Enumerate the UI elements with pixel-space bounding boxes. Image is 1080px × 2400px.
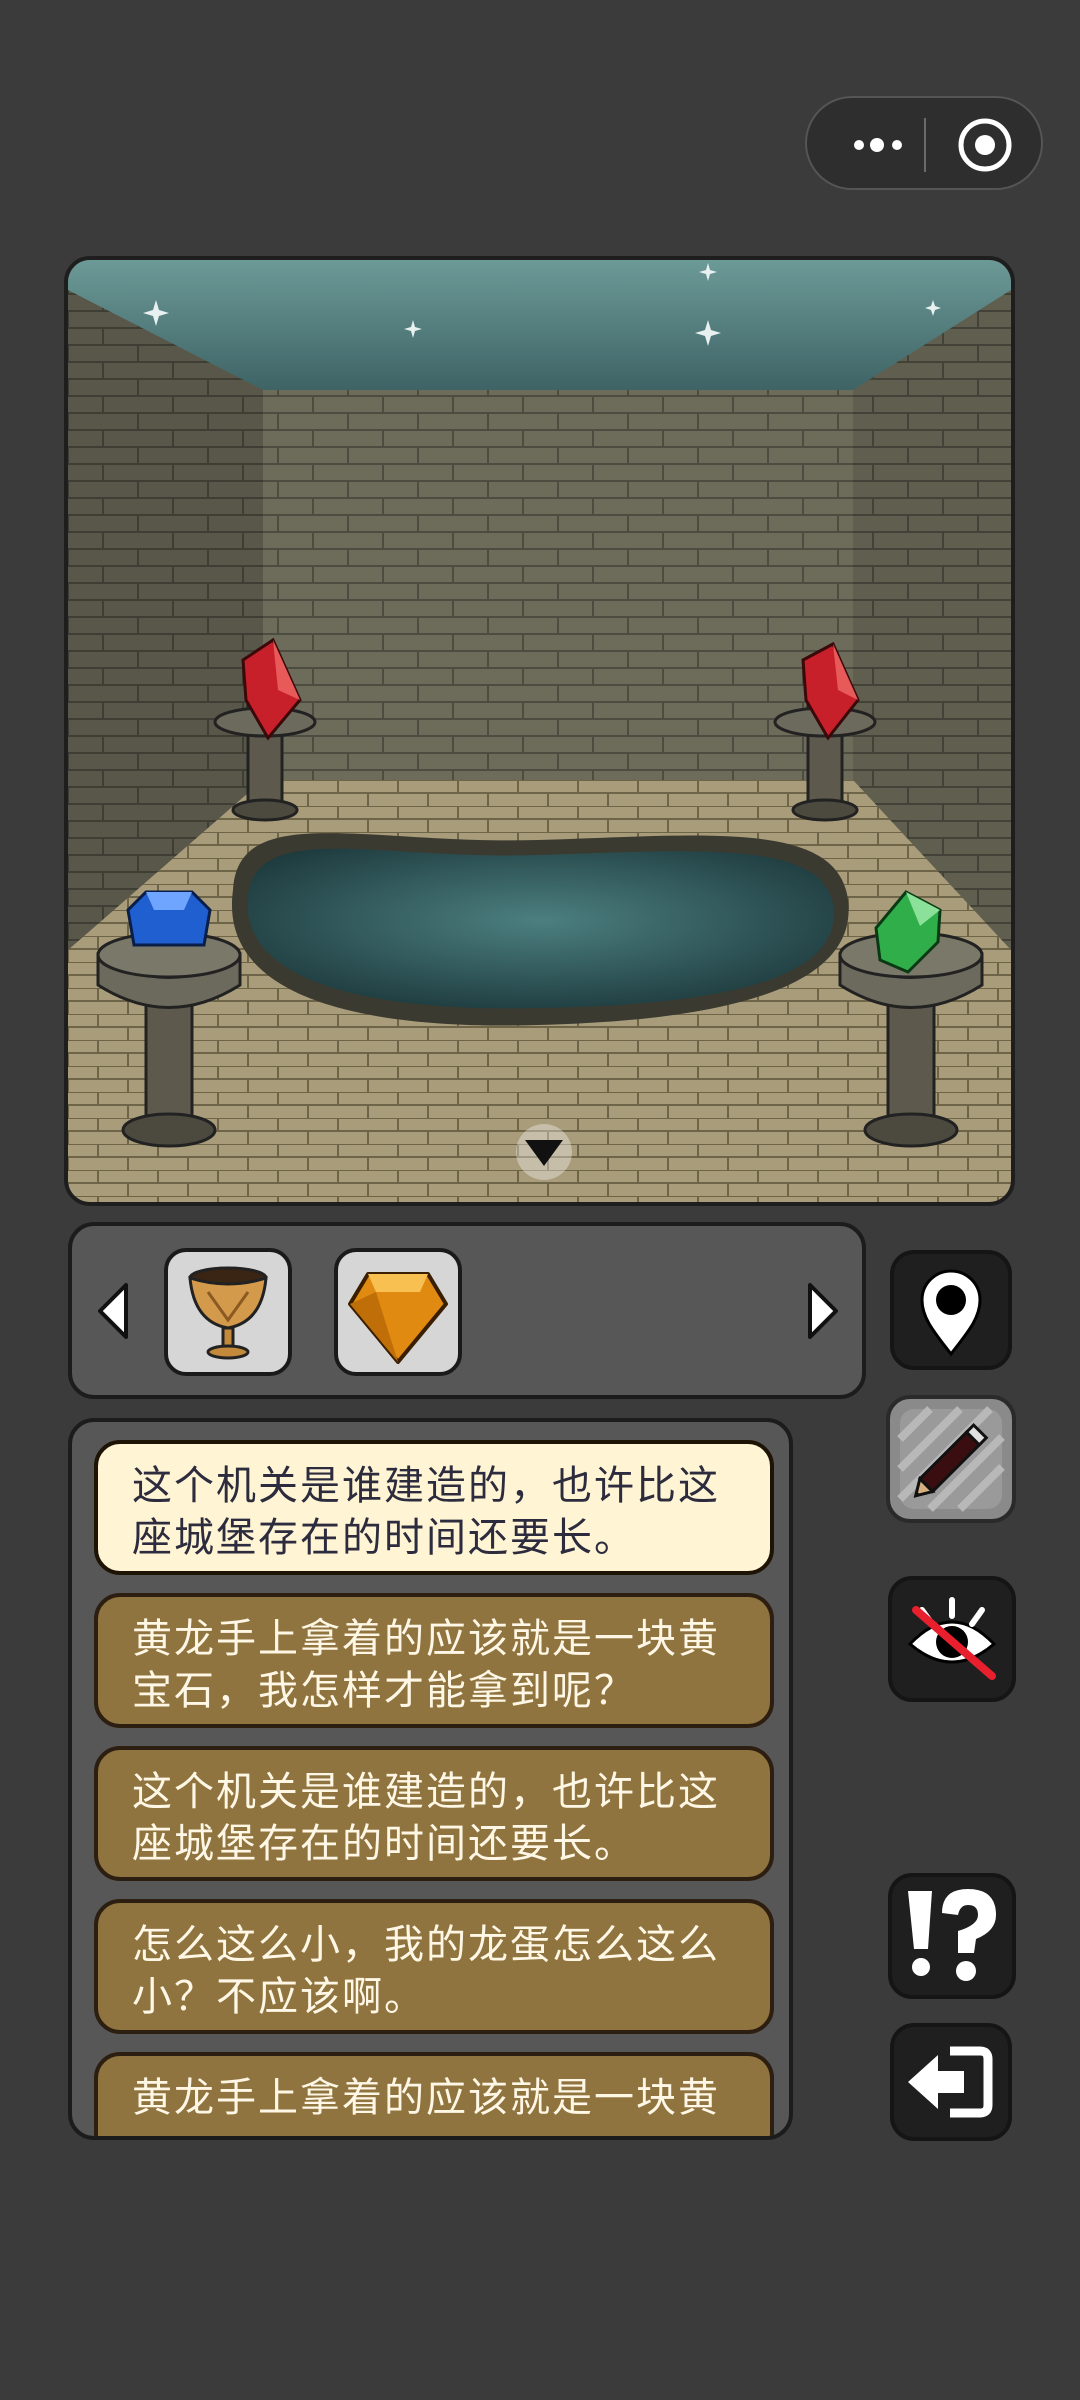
hint-list: 这个机关是谁建造的，也许比这 座城堡存在的时间还要长。 黄龙手上拿着的应该就是一… [68, 1418, 793, 2140]
hint-text-line: 这个机关是谁建造的，也许比这 [132, 1463, 720, 1509]
amber-gem-icon [348, 1272, 448, 1364]
map-pin-icon [920, 1269, 982, 1357]
exit-arrow-icon [908, 2046, 993, 2118]
hide-button[interactable] [888, 1576, 1016, 1702]
exit-button[interactable] [890, 2023, 1012, 2141]
triangle-down-icon[interactable] [516, 1124, 572, 1180]
target-circle-icon[interactable] [957, 117, 1013, 173]
hint-card-3[interactable]: 这个机关是谁建造的，也许比这 座城堡存在的时间还要长。 [94, 1746, 774, 1881]
scene-artwork [68, 260, 1011, 1202]
hint-card-5[interactable]: 黄龙手上拿着的应该就是一块黄 [94, 2052, 774, 2136]
hint-text-line: 怎么这么小，我的龙蛋怎么这么 [132, 1922, 720, 1968]
triangle-left-icon[interactable] [94, 1281, 134, 1341]
hint-text-line: 座城堡存在的时间还要长。 [132, 1515, 636, 1561]
golden-chalice-icon [188, 1266, 268, 1360]
hide-eye-icon [907, 1597, 997, 1680]
hint-text-line: 黄龙手上拿着的应该就是一块黄 [132, 1616, 720, 1662]
inventory-slot-2[interactable] [334, 1248, 462, 1376]
hint-card-1[interactable]: 这个机关是谁建造的，也许比这 座城堡存在的时间还要长。 [94, 1440, 774, 1575]
map-pin-button[interactable] [890, 1250, 1012, 1370]
capsule-divider [924, 118, 926, 172]
hint-card-2[interactable]: 黄龙手上拿着的应该就是一块黄 宝石，我怎样才能拿到呢？ [94, 1593, 774, 1728]
notes-button[interactable] [886, 1395, 1016, 1523]
hint-text-line: 这个机关是谁建造的，也许比这 [132, 1769, 720, 1815]
inventory-slot-1[interactable] [164, 1248, 292, 1376]
hint-text-line: 黄龙手上拿着的应该就是一块黄 [132, 2075, 720, 2121]
hint-button[interactable] [888, 1873, 1016, 1999]
more-dots-icon[interactable] [837, 120, 947, 170]
hint-text-line: 小？不应该啊。 [132, 1974, 426, 2020]
hint-text-line: 宝石，我怎样才能拿到呢？ [132, 1668, 636, 1714]
triangle-right-icon[interactable] [802, 1281, 842, 1341]
mini-program-capsule [805, 96, 1043, 190]
hint-card-4[interactable]: 怎么这么小，我的龙蛋怎么这么 小？不应该啊。 [94, 1899, 774, 2034]
game-scene[interactable] [64, 256, 1015, 1206]
hint-question-icon [908, 1889, 996, 1981]
hint-text-line: 座城堡存在的时间还要长。 [132, 1821, 636, 1867]
pencil-icon [897, 1406, 1005, 1512]
inventory-bar [68, 1222, 866, 1399]
